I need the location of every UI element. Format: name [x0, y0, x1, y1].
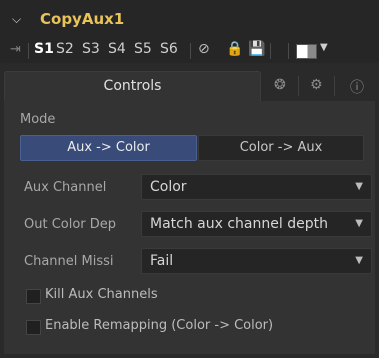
modifier-tab-icon[interactable]: ❂ — [274, 77, 286, 93]
version-button-s2[interactable]: S2 — [56, 41, 74, 57]
chevron-down-icon[interactable]: ▼ — [320, 42, 328, 53]
channel-missing-label: Channel Missi — [24, 254, 114, 269]
kill-aux-checkbox[interactable] — [26, 289, 41, 304]
tool-panel: ⌵ CopyAux1 ⇥ S1 S2 S3 S4 S5 S6 ⊘ 🔒 💾 ▼ C… — [0, 0, 379, 358]
divider — [270, 43, 271, 59]
pin-icon[interactable]: ⇥ — [10, 42, 21, 57]
out-color-depth-dropdown[interactable]: Match aux channel depth ▼ — [141, 211, 372, 237]
tool-title: CopyAux1 — [40, 10, 125, 28]
version-bar: ⇥ S1 S2 S3 S4 S5 S6 ⊘ 🔒 💾 ▼ — [0, 37, 379, 63]
aux-channel-value: Color — [150, 179, 187, 195]
info-tab-icon[interactable]: ⓘ — [350, 77, 364, 97]
divider — [298, 76, 299, 96]
chevron-down-icon: ▼ — [355, 255, 363, 266]
chevron-down-icon: ▼ — [355, 181, 363, 192]
save-icon[interactable]: 💾 — [248, 41, 265, 57]
tool-header: ⌵ CopyAux1 — [0, 0, 379, 37]
mode-aux-to-color-button[interactable]: Aux -> Color — [20, 135, 197, 161]
aux-channel-dropdown[interactable]: Color ▼ — [141, 174, 372, 200]
version-button-s3[interactable]: S3 — [82, 41, 100, 57]
mode-label: Mode — [20, 112, 56, 127]
enable-remapping-label: Enable Remapping (Color -> Color) — [45, 318, 274, 333]
version-button-s5[interactable]: S5 — [134, 41, 152, 57]
version-button-s6[interactable]: S6 — [160, 41, 178, 57]
color-swatch-icon[interactable] — [296, 44, 317, 59]
out-color-depth-label: Out Color Dep — [24, 217, 117, 232]
out-color-depth-value: Match aux channel depth — [150, 216, 328, 232]
settings-tab-icon[interactable]: ⚙ — [310, 77, 323, 93]
kill-aux-label: Kill Aux Channels — [45, 287, 158, 302]
tab-controls[interactable]: Controls — [4, 71, 261, 101]
version-button-s4[interactable]: S4 — [108, 41, 126, 57]
lock-icon[interactable]: 🔒 — [226, 41, 243, 57]
tab-bar: Controls ❂ ⚙ ⓘ — [0, 71, 379, 101]
disable-icon[interactable]: ⊘ — [198, 41, 210, 57]
chevron-down-icon: ▼ — [355, 218, 363, 229]
divider — [288, 43, 289, 59]
divider — [190, 43, 191, 59]
enable-remapping-checkbox[interactable] — [26, 320, 41, 335]
mode-color-to-aux-button[interactable]: Color -> Aux — [198, 135, 364, 161]
divider — [28, 43, 29, 59]
channel-missing-value: Fail — [150, 253, 174, 269]
version-button-s1[interactable]: S1 — [34, 41, 54, 57]
divider — [334, 76, 335, 96]
aux-channel-label: Aux Channel — [24, 180, 107, 195]
channel-missing-dropdown[interactable]: Fail ▼ — [141, 248, 372, 274]
collapse-chevron-icon[interactable]: ⌵ — [12, 12, 21, 27]
